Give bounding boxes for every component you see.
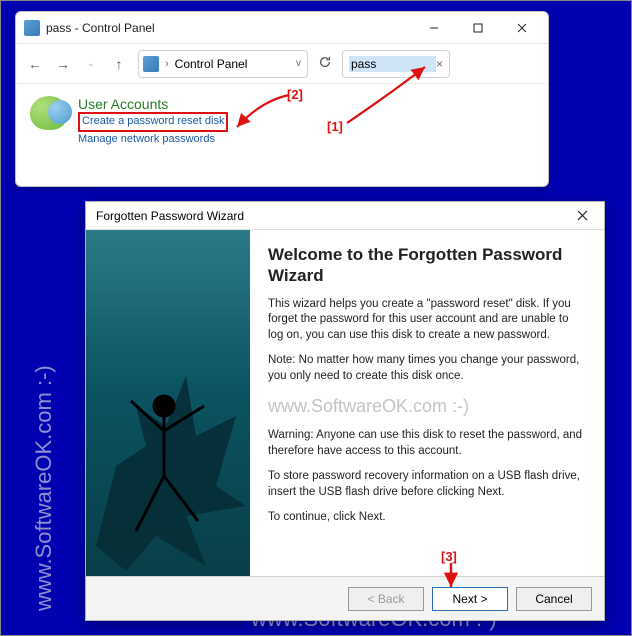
create-password-reset-disk-link[interactable]: Create a password reset disk [78,112,228,132]
control-panel-body: User Accounts Create a password reset di… [16,84,548,160]
wizard-content: Welcome to the Forgotten Password Wizard… [250,230,604,576]
refresh-button[interactable] [318,55,332,72]
close-button[interactable] [500,14,544,42]
breadcrumb-text[interactable]: Control Panel [175,57,248,71]
address-bar[interactable]: › Control Panel v [138,50,308,78]
search-box[interactable]: pass × [342,50,450,78]
wizard-next-button[interactable]: Next > [432,587,508,611]
wizard-paragraph-2: Note: No matter how many times you chang… [268,353,586,384]
wizard-heading: Welcome to the Forgotten Password Wizard [268,244,586,287]
wizard-footer: < Back Next > Cancel [86,576,604,620]
wizard-back-button: < Back [348,587,424,611]
wizard-title: Forgotten Password Wizard [96,209,560,223]
control-panel-toolbar: ← → ⌄ ↑ › Control Panel v pass × [16,44,548,84]
wizard-close-button[interactable] [560,202,604,230]
control-panel-window: pass - Control Panel ← → ⌄ ↑ › Control P… [15,11,549,187]
watermark-vertical: www.SoftwareOK.com :-) [31,365,57,611]
breadcrumb-sep-icon: › [165,58,169,70]
wizard-paragraph-4: To store password recovery information o… [268,469,586,500]
control-panel-title: pass - Control Panel [46,21,412,35]
minimize-button[interactable] [412,14,456,42]
wizard-titlebar[interactable]: Forgotten Password Wizard [86,202,604,230]
control-panel-titlebar[interactable]: pass - Control Panel [16,12,548,44]
wizard-window: Forgotten Password Wizard Wel [85,201,605,621]
user-accounts-icon [30,96,68,130]
nav-recent-dropdown[interactable]: ⌄ [82,58,100,69]
wizard-side-graphic [86,230,250,576]
nav-forward-button[interactable]: → [54,56,72,72]
watermark-inline: www.SoftwareOK.com :-) [268,394,586,418]
search-input[interactable]: pass [349,56,436,72]
manage-network-passwords-link[interactable]: Manage network passwords [78,132,228,148]
control-panel-title-icon [24,20,40,36]
address-dropdown-icon[interactable]: v [296,58,301,69]
wizard-paragraph-5: To continue, click Next. [268,510,586,526]
breadcrumb-control-panel-icon [143,56,159,72]
nav-up-button[interactable]: ↑ [110,56,128,72]
search-clear-icon[interactable]: × [436,57,443,71]
wizard-paragraph-3: Warning: Anyone can use this disk to res… [268,428,586,459]
wizard-paragraph-1: This wizard helps you create a "password… [268,297,586,344]
user-accounts-heading[interactable]: User Accounts [78,96,228,112]
maximize-button[interactable] [456,14,500,42]
nav-back-button[interactable]: ← [26,56,44,72]
wizard-cancel-button[interactable]: Cancel [516,587,592,611]
